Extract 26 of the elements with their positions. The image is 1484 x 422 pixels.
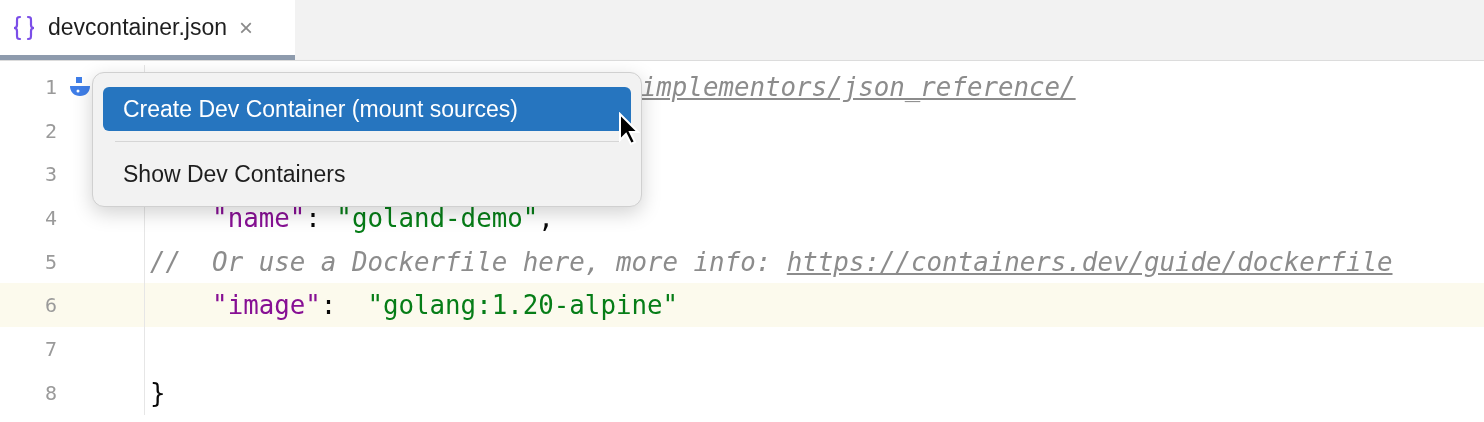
menu-item[interactable]: Create Dev Container (mount sources) <box>103 87 631 131</box>
close-icon[interactable]: × <box>239 13 254 42</box>
code-token: "golang:1.20-alpine" <box>367 290 679 321</box>
code-token: "image" <box>212 290 321 321</box>
line-number: 3 <box>43 162 57 187</box>
code-token: , <box>538 202 554 233</box>
code-token: "goland-demo" <box>336 202 539 233</box>
mouse-pointer-icon <box>618 112 640 146</box>
code-token: : <box>320 290 338 321</box>
code-link[interactable]: https://containers.dev/guide/dockerfile <box>786 246 1393 277</box>
code-token: } <box>150 377 166 408</box>
line-number: 2 <box>43 118 57 143</box>
braces-icon <box>12 14 36 41</box>
line-number: 8 <box>43 380 57 405</box>
whale-icon[interactable] <box>69 75 93 98</box>
code-link[interactable]: implementors/json_reference/ <box>640 71 1076 102</box>
line-number: 7 <box>43 336 57 361</box>
code-token: "name" <box>212 202 306 233</box>
menu-item[interactable]: Show Dev Containers <box>103 152 631 196</box>
code-token: // Or use a Dockerfile here, more info: <box>150 246 773 277</box>
line-number: 6 <box>43 293 57 318</box>
code-token: : <box>305 202 322 233</box>
line-number: 1 <box>43 74 57 99</box>
line-number: 4 <box>43 205 57 230</box>
editor-tab[interactable]: devcontainer.json × <box>0 0 295 60</box>
line-number: 5 <box>43 249 57 274</box>
